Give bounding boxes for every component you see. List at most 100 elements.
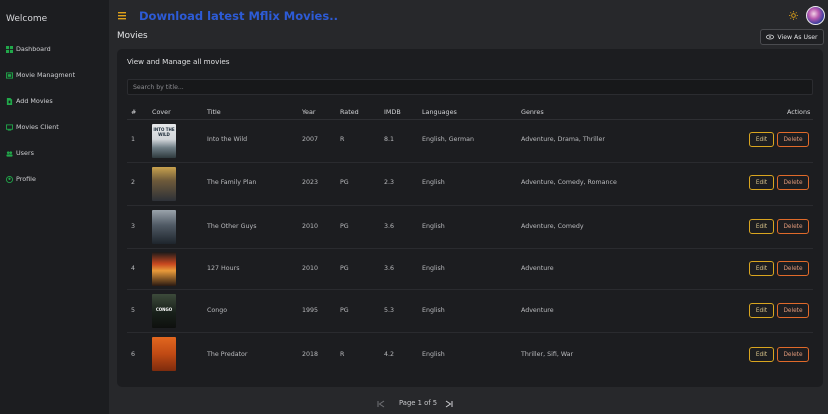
sidebar-item-users[interactable]: Users [6, 147, 34, 159]
sidebar-item-add-movies[interactable]: Add Movies [6, 95, 53, 107]
table-row: 2 The Family Plan 2023 PG 2.3 English Ad… [117, 163, 823, 206]
poster-title: CONGO [155, 307, 173, 312]
brand-title: Download latest Mflix Movies.. [139, 9, 338, 23]
dashboard-icon [6, 45, 13, 53]
delete-button[interactable]: Delete [777, 347, 809, 362]
pagination-label: Page 1 of 5 [399, 399, 438, 407]
movie-imdb: 3.6 [384, 265, 395, 272]
delete-button[interactable]: Delete [777, 175, 809, 190]
movie-title: The Predator [207, 351, 248, 358]
card-title: View and Manage all movies [127, 57, 230, 66]
eye-icon [766, 34, 775, 40]
movie-title: The Family Plan [207, 179, 257, 186]
movie-rated: R [340, 351, 345, 358]
row-number: 6 [131, 351, 136, 358]
profile-icon [6, 175, 13, 183]
movie-year: 2023 [302, 179, 319, 186]
column-header-rated: Rated [340, 108, 359, 116]
sidebar-item-movies-client[interactable]: Movies Client [6, 121, 59, 133]
movie-rated: PG [340, 307, 349, 314]
sidebar-item-label: Movie Managment [16, 71, 76, 79]
edit-button[interactable]: Edit [749, 347, 774, 362]
sidebar-item-profile[interactable]: Profile [6, 173, 36, 185]
delete-button[interactable]: Delete [777, 132, 809, 147]
previous-page-icon[interactable] [377, 400, 385, 408]
menu-toggle-icon[interactable] [118, 11, 126, 20]
movie-languages: English [422, 307, 445, 314]
movie-title: The Other Guys [207, 223, 257, 230]
table-row: 5 CONGO Congo 1995 PG 5.3 English Advent… [117, 290, 823, 333]
movie-genres: Adventure, Drama, Thriller [521, 136, 606, 143]
poster-title: INTO THE WILD [153, 127, 175, 137]
movie-rated: PG [340, 223, 349, 230]
movie-rated: PG [340, 265, 349, 272]
table-row: 4 127 Hours 2010 PG 3.6 English Adventur… [117, 249, 823, 290]
movie-poster: CONGO [152, 294, 176, 328]
avatar[interactable] [806, 6, 825, 25]
sidebar-item-label: Add Movies [16, 97, 53, 105]
edit-button[interactable]: Edit [749, 175, 774, 190]
edit-button[interactable]: Edit [749, 303, 774, 318]
movie-poster: INTO THE WILD [152, 124, 176, 158]
document-add-icon [6, 97, 13, 105]
movie-languages: English [422, 351, 445, 358]
row-number: 4 [131, 265, 136, 272]
delete-button[interactable]: Delete [777, 219, 809, 234]
column-header-year: Year [302, 108, 316, 116]
column-header-languages: Languages [422, 108, 457, 116]
movie-imdb: 4.2 [384, 351, 395, 358]
movie-languages: English [422, 223, 445, 230]
movie-genres: Adventure [521, 307, 554, 314]
movie-languages: English [422, 179, 445, 186]
movie-year: 2018 [302, 351, 319, 358]
edit-button[interactable]: Edit [749, 132, 774, 147]
edit-button[interactable]: Edit [749, 261, 774, 276]
movie-year: 1995 [302, 307, 319, 314]
film-icon [6, 71, 13, 79]
movie-imdb: 3.6 [384, 223, 395, 230]
movie-poster [152, 210, 176, 244]
view-as-user-button[interactable]: View As User [760, 29, 824, 45]
sidebar: Welcome Dashboard Movie Managment Add Mo… [0, 0, 109, 414]
movie-genres: Adventure, Comedy [521, 223, 584, 230]
page-title: Movies [117, 31, 148, 41]
movie-rated: PG [340, 179, 349, 186]
movie-poster [152, 167, 176, 201]
movie-genres: Thriller, Sifi, War [521, 351, 574, 358]
table-row: 1 INTO THE WILD Into the Wild 2007 R 8.1… [117, 120, 823, 163]
sidebar-item-label: Profile [16, 175, 36, 183]
row-number: 3 [131, 223, 136, 230]
column-header-actions: Actions [787, 108, 811, 116]
sidebar-item-label: Dashboard [16, 45, 51, 53]
sidebar-item-movie-management[interactable]: Movie Managment [6, 69, 75, 81]
last-page-icon[interactable] [445, 400, 453, 408]
theme-toggle-icon[interactable] [789, 11, 798, 20]
movie-imdb: 5.3 [384, 307, 395, 314]
users-icon [6, 150, 13, 157]
movies-card: View and Manage all movies # Cover Title… [117, 49, 823, 387]
movie-year: 2010 [302, 223, 319, 230]
tv-icon [6, 123, 13, 131]
sidebar-item-label: Users [16, 149, 34, 157]
table-row: 3 The Other Guys 2010 PG 3.6 English Adv… [117, 206, 823, 249]
row-number: 5 [131, 307, 136, 314]
delete-button[interactable]: Delete [777, 261, 809, 276]
sidebar-item-dashboard[interactable]: Dashboard [6, 43, 51, 55]
view-as-user-label: View As User [777, 33, 818, 41]
movie-title: Congo [207, 307, 228, 314]
column-header-imdb: IMDB [384, 108, 401, 116]
column-header-number: # [131, 108, 137, 116]
row-number: 2 [131, 179, 136, 186]
movie-poster [152, 337, 176, 371]
column-header-cover: Cover [152, 108, 171, 116]
movie-rated: R [340, 136, 345, 143]
search-input[interactable] [127, 79, 813, 95]
edit-button[interactable]: Edit [749, 219, 774, 234]
movie-year: 2010 [302, 265, 319, 272]
column-header-title: Title [207, 108, 221, 116]
movie-poster [152, 252, 176, 286]
row-number: 1 [131, 136, 136, 143]
delete-button[interactable]: Delete [777, 303, 809, 318]
movie-genres: Adventure, Comedy, Romance [521, 179, 617, 186]
movie-title: 127 Hours [207, 265, 240, 272]
